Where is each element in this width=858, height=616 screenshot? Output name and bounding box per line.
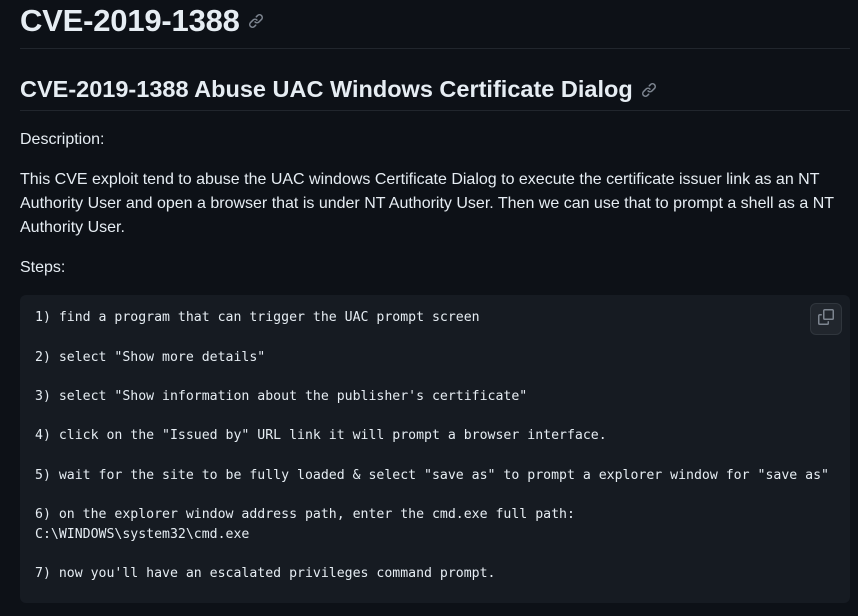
copy-icon <box>818 308 834 330</box>
code-content: 1) find a program that can trigger the U… <box>35 308 829 581</box>
code-line: 6) on the explorer window address path, … <box>35 507 575 522</box>
description-label: Description: <box>20 131 105 148</box>
link-icon[interactable] <box>248 13 264 29</box>
section-heading: CVE-2019-1388 Abuse UAC Windows Certific… <box>20 73 657 105</box>
title-divider <box>20 48 850 49</box>
page-title-text: CVE-2019-1388 <box>20 3 240 38</box>
section-divider <box>20 110 850 111</box>
code-line: C:\WINDOWS\system32\cmd.exe <box>35 527 250 542</box>
description-body: This CVE exploit tend to abuse the UAC w… <box>20 171 834 236</box>
code-line: 4) click on the "Issued by" URL link it … <box>35 428 607 443</box>
code-line: 7) now you'll have an escalated privileg… <box>35 566 496 581</box>
steps-code-block: 1) find a program that can trigger the U… <box>20 295 850 603</box>
code-line: 5) wait for the site to be fully loaded … <box>35 468 829 483</box>
steps-label: Steps: <box>20 259 66 276</box>
copy-button[interactable] <box>810 303 842 335</box>
code-line: 3) select "Show information about the pu… <box>35 389 528 404</box>
code-line: 2) select "Show more details" <box>35 350 266 365</box>
code-line: 1) find a program that can trigger the U… <box>35 310 480 325</box>
link-icon[interactable] <box>641 82 657 98</box>
section-heading-text: CVE-2019-1388 Abuse UAC Windows Certific… <box>20 76 633 102</box>
page-title: CVE-2019-1388 <box>20 2 264 40</box>
